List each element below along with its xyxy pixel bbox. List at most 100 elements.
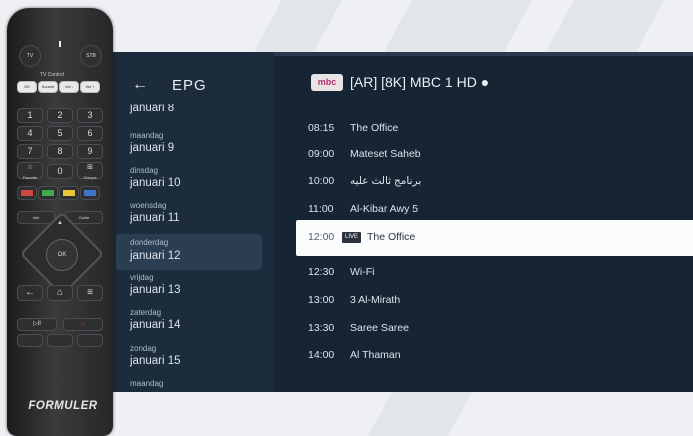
key-label: 3 — [87, 110, 93, 120]
date-item-selected[interactable]: donderdag januari 12 — [116, 234, 262, 270]
yellow-key-swatch — [63, 190, 75, 196]
program-title: 3 Al-Mirath — [350, 294, 401, 306]
tv-ok-label: OK — [24, 84, 30, 89]
source-label: Source — [41, 84, 55, 89]
date-day: maandag — [130, 131, 164, 140]
yellow-key[interactable] — [59, 186, 79, 200]
aux-button-1[interactable] — [17, 334, 43, 347]
key-label: 7 — [27, 146, 33, 156]
led-indicator — [59, 41, 61, 47]
program-row-live[interactable]: 12:00 LIVE The Office — [296, 220, 693, 256]
chevron-up-icon: ▲ — [57, 220, 63, 226]
program-title: Wi-Fi — [350, 266, 375, 278]
date-item[interactable]: zaterdag januari 14 — [116, 307, 262, 343]
aux-button-3[interactable] — [77, 334, 103, 347]
program-title: Saree Saree — [350, 322, 409, 334]
red-key[interactable] — [17, 186, 37, 200]
program-row[interactable]: 12:30 Wi-Fi — [306, 262, 684, 284]
green-key[interactable] — [38, 186, 58, 200]
green-key-swatch — [42, 190, 54, 196]
program-row[interactable]: 13:30 Saree Saree — [306, 318, 684, 340]
tv-ok-button[interactable]: OK — [17, 81, 37, 93]
date-item[interactable]: vrijdag januari 13 — [116, 272, 262, 308]
number-key-0[interactable]: 0 — [47, 164, 73, 179]
date-item[interactable]: januari 8 — [116, 104, 262, 118]
program-row[interactable]: 10:00 برنامج ثالث عليه — [306, 171, 684, 193]
play-pause-button[interactable]: ▷II — [17, 318, 57, 331]
arrow-left-icon[interactable]: ← — [132, 76, 148, 94]
number-key-6[interactable]: 6 — [77, 126, 103, 141]
date-item[interactable]: dinsdag januari 10 — [116, 165, 262, 201]
vol-down-button[interactable]: Vol - — [59, 81, 79, 93]
program-title: The Office — [367, 231, 416, 243]
play-pause-icon: ▷II — [33, 321, 41, 327]
stb-power-button[interactable]: STB — [80, 45, 102, 67]
program-time: 13:30 — [308, 322, 335, 334]
back-button[interactable]: ← — [17, 285, 43, 301]
menu-icon: ≡ — [87, 287, 93, 298]
key-label: 1 — [27, 110, 33, 120]
date-day: maandag — [130, 379, 164, 388]
source-button[interactable]: Source — [38, 81, 58, 93]
date-item[interactable]: maandag januari 9 — [116, 130, 262, 166]
date-value: januari 15 — [130, 355, 181, 367]
vol-up-label: Vol + — [85, 84, 95, 89]
number-key-2[interactable]: 2 — [47, 108, 73, 123]
program-time: 14:00 — [308, 349, 335, 361]
tv-power-button[interactable]: TV — [19, 45, 41, 67]
key-label: 2 — [57, 110, 63, 120]
date-day: donderdag — [130, 238, 169, 247]
groups-button[interactable]: ⊞ Groups — [77, 162, 103, 180]
date-item[interactable]: zondag januari 15 — [116, 343, 262, 379]
record-icon: ○ — [80, 321, 86, 328]
page-title: EPG — [172, 77, 207, 94]
program-row[interactable]: 14:00 Al Thaman — [306, 345, 684, 367]
program-time: 09:00 — [308, 148, 335, 160]
arrow-left-icon: ← — [25, 287, 35, 298]
background-decoration — [546, 0, 664, 52]
program-row[interactable]: 13:00 3 Al-Mirath — [306, 290, 684, 312]
number-key-4[interactable]: 4 — [17, 126, 43, 141]
date-sidebar: ← EPG januari 8 maandag januari 9 dinsda… — [96, 52, 274, 392]
date-value: januari 12 — [130, 250, 181, 262]
program-row[interactable]: 11:00 Al-Kibar Awy 5 — [306, 199, 684, 221]
number-key-8[interactable]: 8 — [47, 144, 73, 159]
program-row[interactable]: 08:15 The Office — [306, 118, 684, 140]
number-key-5[interactable]: 5 — [47, 126, 73, 141]
program-panel: mbc [AR] [8K] MBC 1 HD ● 08:15 The Offic… — [274, 52, 693, 392]
vol-up-button[interactable]: Vol + — [80, 81, 100, 93]
menu-button[interactable]: ≡ — [77, 285, 103, 301]
brand-logo: FORMULER — [28, 400, 98, 412]
number-key-7[interactable]: 7 — [17, 144, 43, 159]
aux-button-2[interactable] — [47, 334, 73, 347]
info-button[interactable]: Info — [17, 211, 55, 224]
blue-key[interactable] — [80, 186, 100, 200]
number-key-9[interactable]: 9 — [77, 144, 103, 159]
program-row[interactable]: 09:00 Mateset Saheb — [306, 144, 684, 166]
stb-power-label: STB — [86, 53, 96, 59]
date-item[interactable]: maandag — [116, 378, 262, 392]
date-day: zaterdag — [130, 308, 162, 317]
favorite-button[interactable]: ☆ Favorite — [17, 162, 43, 180]
live-badge: LIVE — [342, 232, 362, 243]
ok-button[interactable]: OK — [46, 239, 78, 271]
record-button[interactable]: ○ — [63, 318, 103, 331]
date-day: vrijdag — [130, 273, 154, 282]
number-key-3[interactable]: 3 — [77, 108, 103, 123]
date-value: januari 10 — [130, 177, 181, 189]
date-value: januari 13 — [130, 284, 181, 296]
number-key-1[interactable]: 1 — [17, 108, 43, 123]
date-item[interactable]: woensdag januari 11 — [116, 200, 262, 236]
background-decoration — [384, 0, 532, 52]
program-time: 10:00 — [308, 175, 335, 187]
program-title: Al-Kibar Awy 5 — [350, 203, 419, 215]
key-label: 8 — [57, 146, 63, 156]
program-time: 13:00 — [308, 294, 335, 306]
date-value: januari 11 — [130, 212, 180, 224]
program-time: 11:00 — [308, 203, 334, 215]
home-button[interactable]: ⌂ — [47, 285, 73, 301]
tv-control-label: TV Control — [40, 72, 64, 78]
program-time: 08:15 — [308, 122, 335, 134]
home-icon: ⌂ — [56, 287, 64, 298]
tv-screen: ← EPG januari 8 maandag januari 9 dinsda… — [96, 52, 693, 392]
